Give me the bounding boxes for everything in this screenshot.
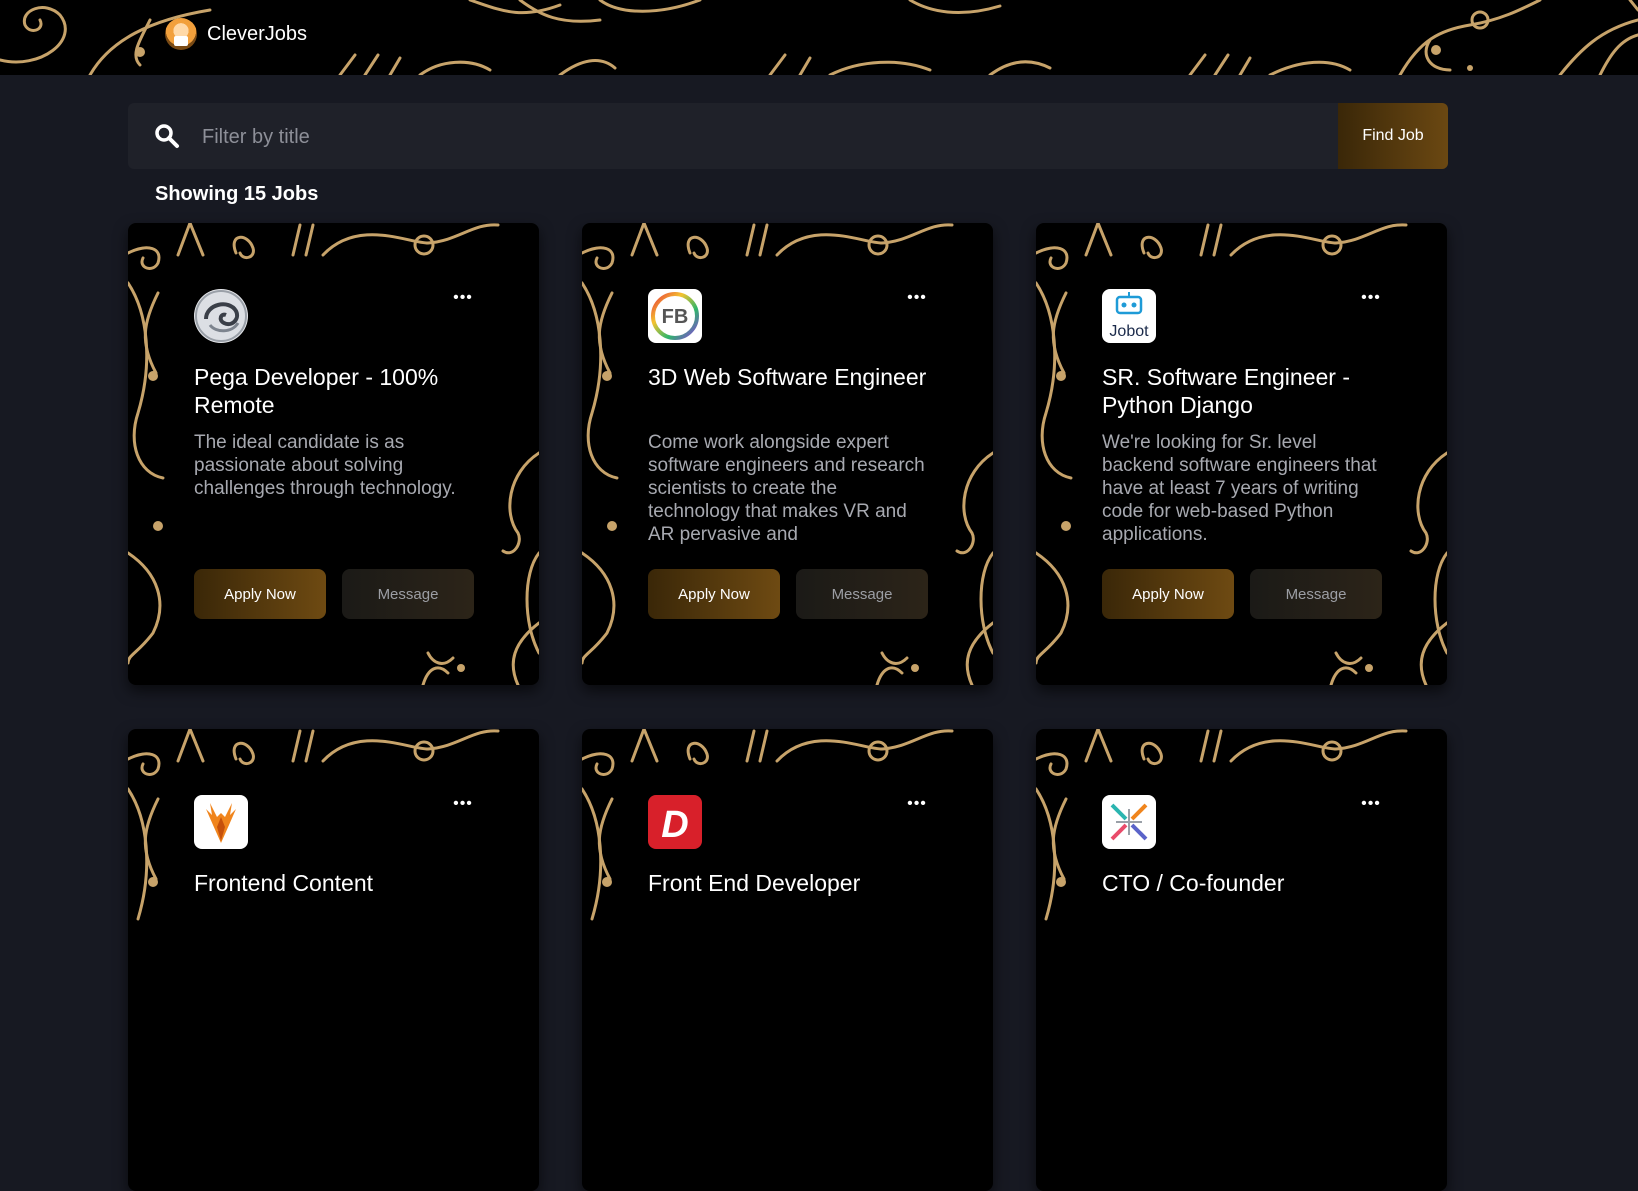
brand-avatar-icon [165, 18, 197, 50]
fb-logo-text: FB [662, 306, 689, 328]
apply-now-button[interactable]: Apply Now [648, 569, 780, 619]
job-description: Come work alongside expert software engi… [648, 432, 925, 545]
job-title: 3D Web Software Engineer [648, 364, 927, 390]
job-card[interactable]: ••• Frontend Content [128, 729, 539, 1191]
apply-now-button[interactable]: Apply Now [1102, 569, 1234, 619]
company-logo-pega [194, 289, 248, 343]
company-logo-deer [194, 795, 248, 849]
d-logo-text: D [661, 804, 688, 846]
search-input[interactable] [200, 117, 1304, 157]
more-options-icon[interactable]: ••• [902, 796, 932, 812]
job-description: The ideal candidate is as passionate abo… [194, 432, 456, 499]
more-options-icon[interactable]: ••• [448, 290, 478, 306]
company-logo-fb: FB [648, 289, 702, 343]
jobot-logo-text: Jobot [1109, 323, 1149, 340]
job-card[interactable]: D ••• Front End Developer [582, 729, 993, 1191]
d-letter-icon: D [661, 804, 688, 846]
job-title: Pega Developer - 100% Remote [194, 364, 439, 418]
company-logo-d: D [648, 795, 702, 849]
more-options-icon[interactable]: ••• [1356, 796, 1386, 812]
job-title: CTO / Co-founder [1102, 870, 1285, 896]
job-title: Front End Developer [648, 870, 861, 896]
job-card[interactable]: FB ••• 3D Web Software Engineer Come wor… [582, 223, 993, 685]
job-description: We're looking for Sr. level backend soft… [1102, 432, 1377, 545]
job-title: Frontend Content [194, 870, 374, 896]
job-card[interactable]: Jobot ••• SR. Software Engineer - Python… [1036, 223, 1447, 685]
job-card[interactable]: ••• Pega Developer - 100% Remote The ide… [128, 223, 539, 685]
message-button[interactable]: Message [342, 569, 474, 619]
search-icon [155, 124, 179, 148]
company-logo-cross [1102, 795, 1156, 849]
more-options-icon[interactable]: ••• [1356, 290, 1386, 306]
more-options-icon[interactable]: ••• [902, 290, 932, 306]
message-button[interactable]: Message [1250, 569, 1382, 619]
message-button[interactable]: Message [796, 569, 928, 619]
more-options-icon[interactable]: ••• [448, 796, 478, 812]
job-title: SR. Software Engineer - Python Django [1102, 364, 1351, 418]
app-header: CleverJobs [0, 0, 1638, 75]
search-bar: Find Job [128, 103, 1448, 169]
brand[interactable]: CleverJobs [165, 18, 307, 50]
results-count: Showing 15 Jobs [155, 183, 319, 205]
company-logo-jobot: Jobot [1102, 289, 1156, 343]
pega-swirl-icon [195, 290, 247, 342]
jobot-robot-icon: Jobot [1109, 292, 1149, 340]
fb-ring-icon: FB [651, 292, 699, 340]
find-job-button[interactable]: Find Job [1338, 103, 1448, 169]
brand-name: CleverJobs [207, 22, 308, 45]
cross-arrows-icon [1110, 803, 1148, 841]
deer-icon [206, 803, 236, 843]
job-card[interactable]: ••• CTO / Co-founder [1036, 729, 1447, 1191]
apply-now-button[interactable]: Apply Now [194, 569, 326, 619]
